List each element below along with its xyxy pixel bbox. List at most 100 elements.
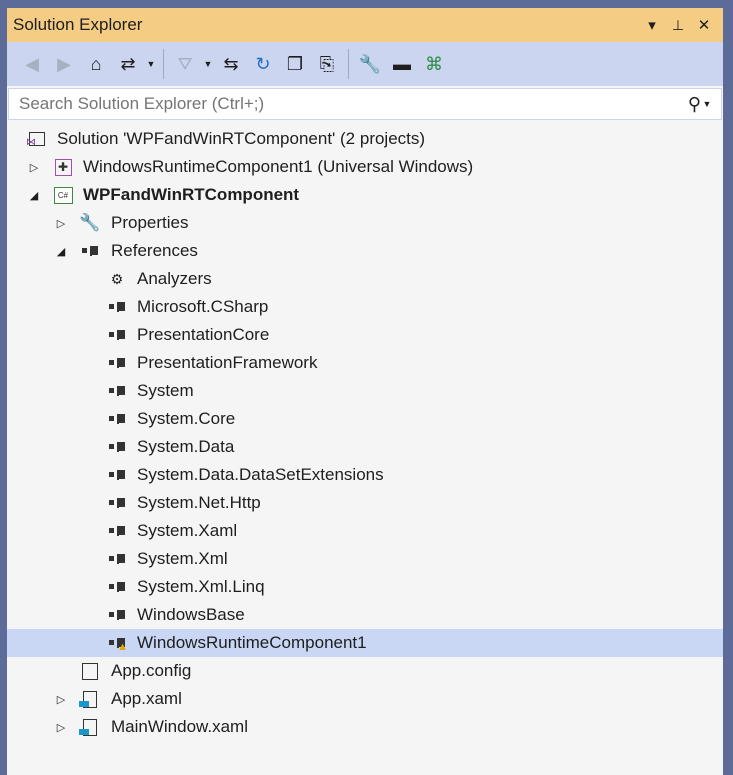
reference-icon: [106, 605, 128, 625]
tree-item-label: WPFandWinRTComponent: [83, 185, 300, 204]
tree-item-label: System.Xml.Linq: [137, 577, 265, 596]
sync-with-active-document-button[interactable]: ⇆: [216, 49, 246, 79]
tree-item-label: MainWindow.xaml: [111, 717, 248, 736]
tree-item[interactable]: System.Core: [7, 405, 723, 433]
home-icon: ⌂: [90, 53, 102, 74]
properties-icon: 🔧: [358, 53, 382, 74]
tree-item[interactable]: System.Data: [7, 433, 723, 461]
search-icon[interactable]: ⚲: [688, 94, 701, 115]
chevron-down-icon[interactable]: ▼: [145, 59, 157, 69]
reference-icon: [106, 325, 128, 345]
search-input[interactable]: [17, 93, 688, 115]
pin-icon[interactable]: ⊥: [665, 17, 691, 34]
tree-item[interactable]: ▷ 🔧 Properties: [7, 209, 723, 237]
csharp-project-icon: C#: [52, 185, 74, 205]
tree-item[interactable]: ◢ References: [7, 237, 723, 265]
preview-selected-items-icon: ▬: [393, 53, 411, 74]
show-all-files-icon: ⎘: [319, 53, 335, 74]
pending-changes-filter-button[interactable]: ⛛: [170, 49, 200, 79]
tree-item[interactable]: System.Net.Http: [7, 489, 723, 517]
collapse-arrow-icon[interactable]: ◢: [54, 245, 68, 258]
reference-icon: [79, 241, 101, 261]
tree-item-label: App.config: [111, 661, 192, 680]
tree-item-label: System.Core: [137, 409, 236, 428]
tree-item[interactable]: ▷ ✚ WindowsRuntimeComponent1 (Universal Wi…: [7, 153, 723, 181]
show-all-files-button[interactable]: ⎘: [312, 49, 342, 79]
reference-icon: [106, 297, 128, 317]
reference-icon: [106, 549, 128, 569]
forward-icon: ▶: [57, 53, 71, 74]
tree-item[interactable]: ▷ MainWindow.xaml: [7, 713, 723, 741]
title-bar: Solution Explorer ▾ ⊥ ✕: [7, 8, 723, 42]
expand-arrow-icon[interactable]: ▷: [54, 217, 68, 230]
search-options-dropdown-icon[interactable]: ▼: [701, 99, 713, 109]
refresh-button[interactable]: ↻: [248, 49, 278, 79]
toolbar-separator: [163, 49, 164, 79]
view-class-diagram-button[interactable]: ⌘: [419, 49, 449, 79]
tree-item[interactable]: System.Data.DataSetExtensions: [7, 461, 723, 489]
reference-icon: [106, 465, 128, 485]
tree-item-label: System.Data: [137, 437, 235, 456]
tree-item-label: System.Xml: [137, 549, 228, 568]
tree-item-label: PresentationCore: [137, 325, 270, 344]
tree-item[interactable]: System.Xml: [7, 545, 723, 573]
tree-item-label: System.Data.DataSetExtensions: [137, 465, 384, 484]
wrench-icon: 🔧: [79, 213, 101, 232]
tree-item-label: References: [111, 241, 198, 260]
reference-icon: [106, 409, 128, 429]
tree-item-label: Solution 'WPFandWinRTComponent' (2 proje…: [57, 129, 426, 148]
back-button[interactable]: ◀: [17, 49, 47, 79]
refresh-icon: ↻: [255, 53, 271, 74]
tree-item-label: System.Xaml: [137, 521, 238, 540]
tree-item[interactable]: ⚙ Analyzers: [7, 265, 723, 293]
reference-warning-icon: ▲: [106, 633, 128, 653]
tree-item-label: System.Net.Http: [137, 493, 261, 512]
tree-item-label: WindowsRuntimeComponent1: [137, 633, 367, 652]
tree-item[interactable]: Microsoft.CSharp: [7, 293, 723, 321]
toolbar-separator: [348, 49, 349, 79]
window-position-dropdown-icon[interactable]: ▾: [639, 16, 665, 34]
reference-icon: [106, 493, 128, 513]
tree-item[interactable]: ⋈ Solution 'WPFandWinRTComponent' (2 proj…: [7, 125, 723, 153]
chevron-down-icon[interactable]: ▼: [202, 59, 214, 69]
tree-item[interactable]: App.config: [7, 657, 723, 685]
reference-icon: [106, 577, 128, 597]
collapse-all-button[interactable]: ❐: [280, 49, 310, 79]
tree-item-label: Analyzers: [137, 269, 212, 288]
tree-item-label: Properties: [111, 213, 189, 232]
search-box[interactable]: ⚲ ▼: [8, 88, 722, 120]
reference-icon: [106, 437, 128, 457]
tree-item[interactable]: ▷ App.xaml: [7, 685, 723, 713]
tree-item[interactable]: WindowsBase: [7, 601, 723, 629]
expand-arrow-icon[interactable]: ▷: [54, 693, 68, 706]
forward-button[interactable]: ▶: [49, 49, 79, 79]
toolbar: ◀ ▶ ⌂ ⇄ ▼ ⛛ ▼ ⇆ ↻ ❐ ⎘ 🔧 ▬ ⌘: [7, 42, 723, 86]
home-button[interactable]: ⌂: [81, 49, 111, 79]
close-icon[interactable]: ✕: [691, 16, 717, 34]
tree-item-label: App.xaml: [111, 689, 182, 708]
tree-item-label: PresentationFramework: [137, 353, 318, 372]
view-class-diagram-icon: ⌘: [425, 53, 443, 74]
tree-item[interactable]: System.Xml.Linq: [7, 573, 723, 601]
xaml-icon: [79, 689, 101, 709]
pending-changes-filter-icon: ⛛: [177, 53, 193, 74]
expand-arrow-icon[interactable]: ▷: [27, 161, 41, 174]
preview-selected-items-button[interactable]: ▬: [387, 49, 417, 79]
tree-item[interactable]: ▲ WindowsRuntimeComponent1: [7, 629, 723, 657]
tree-item-label: WindowsRuntimeComponent1 (Universal Wind…: [83, 157, 474, 176]
uwp-project-icon: ✚: [52, 157, 74, 177]
xaml-icon: [79, 717, 101, 737]
properties-button[interactable]: 🔧: [355, 49, 385, 79]
reference-icon: [106, 353, 128, 373]
solution-icon: ⋈: [26, 129, 48, 149]
sync-with-active-document-icon: ⇆: [223, 53, 239, 74]
tree-item[interactable]: System: [7, 377, 723, 405]
tree-item[interactable]: PresentationCore: [7, 321, 723, 349]
tree-item[interactable]: ◢ C# WPFandWinRTComponent: [7, 181, 723, 209]
switch-views-button[interactable]: ⇄: [113, 49, 143, 79]
solution-tree: ⋈ Solution 'WPFandWinRTComponent' (2 proj…: [7, 125, 723, 775]
tree-item[interactable]: PresentationFramework: [7, 349, 723, 377]
collapse-arrow-icon[interactable]: ◢: [27, 189, 41, 202]
tree-item[interactable]: System.Xaml: [7, 517, 723, 545]
expand-arrow-icon[interactable]: ▷: [54, 721, 68, 734]
